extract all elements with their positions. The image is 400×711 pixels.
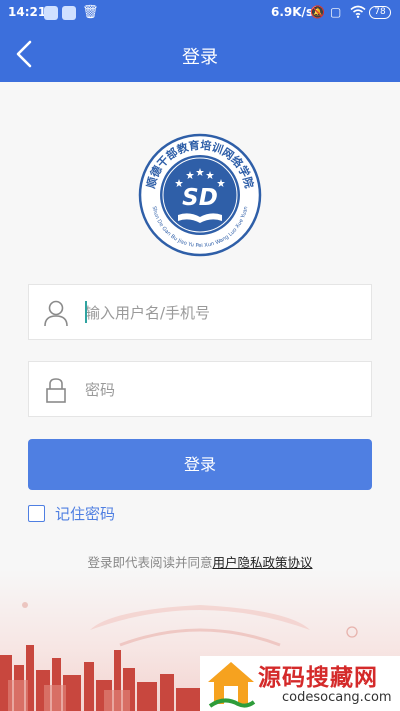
page-title: 登录 xyxy=(182,47,218,68)
lock-icon xyxy=(46,378,66,403)
password-input[interactable] xyxy=(85,375,355,405)
watermark-title: 源码搜藏网 xyxy=(258,665,378,691)
status-bar: 14:21 🗑 6.9K/s 🔕 ▢ 78 xyxy=(0,0,400,26)
house-logo-icon xyxy=(208,662,256,708)
watermark-domain: codesocang.com xyxy=(282,690,392,705)
status-time: 14:21 xyxy=(8,5,47,19)
battery-icon: 78 xyxy=(369,6,391,19)
mute-icon: 🔕 xyxy=(310,5,325,19)
wifi-icon xyxy=(350,5,366,21)
username-field[interactable] xyxy=(28,284,372,340)
remember-label: 记住密码 xyxy=(55,504,116,523)
trash-icon: 🗑 xyxy=(82,5,99,20)
privacy-policy-link[interactable]: 用户隐私政策协议 xyxy=(213,555,313,570)
app-notification-icon xyxy=(62,6,76,20)
svg-text:SD: SD xyxy=(182,185,218,211)
watermark-badge: 源码搜藏网 codesocang.com xyxy=(200,656,400,711)
header-bar: 登录 xyxy=(0,26,400,82)
user-icon xyxy=(44,300,68,327)
remember-checkbox[interactable] xyxy=(28,504,45,522)
username-input[interactable] xyxy=(85,298,355,328)
agreement-text: 登录即代表阅读并同意用户隐私政策协议 xyxy=(0,552,400,571)
net-speed: 6.9K/s xyxy=(271,5,314,19)
school-logo: SD 顺德干部教育培训网络学院 Shun De Gan Bu Jiao Yu P… xyxy=(138,133,262,257)
sim-icon: ▢ xyxy=(330,5,342,19)
remember-password-toggle[interactable]: 记住密码 xyxy=(28,503,115,523)
login-button[interactable]: 登录 xyxy=(28,439,372,490)
password-field[interactable] xyxy=(28,361,372,417)
agreement-prefix: 登录即代表阅读并同意 xyxy=(87,555,213,570)
app-notification-icon xyxy=(44,6,58,20)
text-cursor xyxy=(85,301,87,323)
